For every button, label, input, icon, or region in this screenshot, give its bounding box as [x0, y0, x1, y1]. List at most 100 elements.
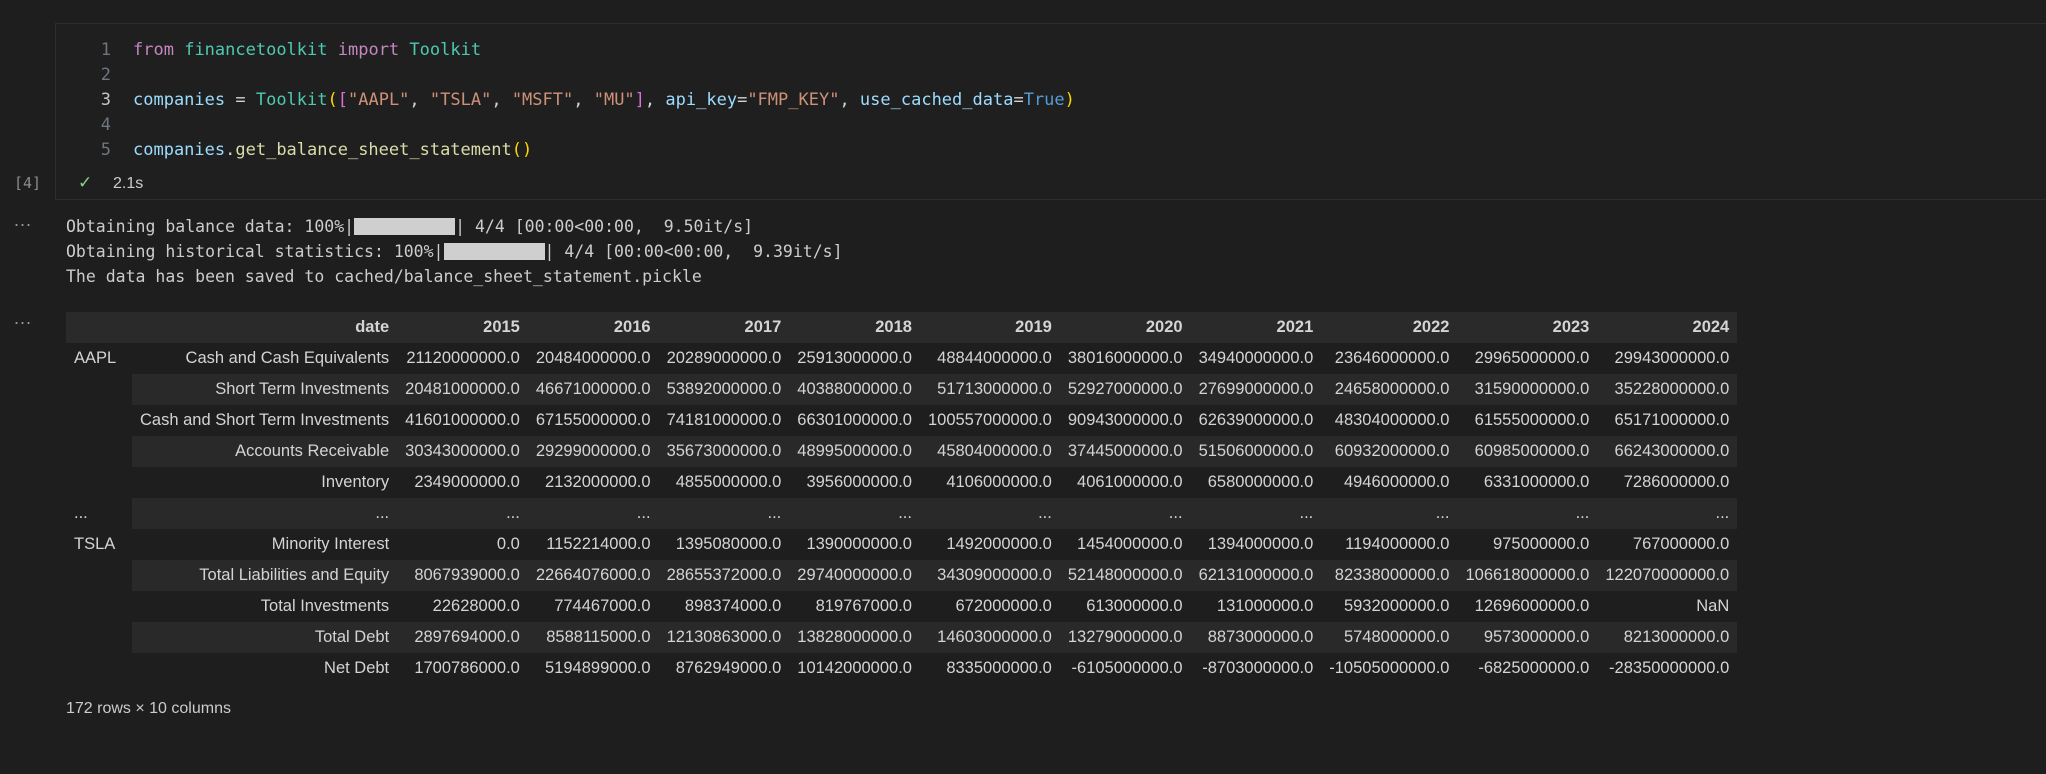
table-cell: 5932000000.0 [1343, 597, 1450, 615]
row-ticker [66, 591, 132, 622]
code-token: = [225, 90, 256, 110]
row-ticker [66, 467, 132, 498]
code-token: get_balance_sheet_statement [235, 140, 512, 160]
code-editor[interactable]: 1 from financetoolkit import Toolkit 2 3 com… [56, 38, 1156, 163]
table-cell: 21120000000.0 [406, 349, 520, 367]
table-cell: 35228000000.0 [1597, 374, 1738, 405]
row-ticker [66, 436, 132, 467]
table-cell: 65171000000.0 [1614, 411, 1730, 429]
table-cell: 767000000.0 [1632, 535, 1730, 553]
column-header: 2022 [1321, 312, 1458, 343]
row-ticker [66, 622, 132, 653]
code-token: "MU" [593, 90, 635, 110]
code-token: financetoolkit [184, 40, 328, 60]
table-cell: 0.0 [496, 535, 520, 553]
output-more-icon-2[interactable]: ... [14, 308, 32, 329]
line-number: 4 [100, 115, 111, 135]
table-cell: 6580000000.0 [1207, 473, 1314, 491]
table-cell: -10505000000.0 [1329, 659, 1450, 677]
stream-output: Obtaining balance data: 100%| | 4/4 [00:0… [66, 214, 843, 289]
table-cell: 4946000000.0 [1343, 473, 1450, 491]
output-more-icon[interactable]: ... [14, 210, 32, 231]
table-cell: 29299000000.0 [527, 436, 659, 467]
table-cell: 34309000000.0 [919, 560, 1060, 591]
table-cell: 1394000000.0 [1207, 535, 1314, 553]
table-cell: ... [789, 498, 920, 529]
line-number: 3 [100, 90, 111, 110]
table-row: Total Debt 2897694000.0 8588115000.0 121308… [66, 622, 1738, 653]
table-cell: 13279000000.0 [1059, 622, 1191, 653]
table-row: Total Investments 22628000.0 774467000.0 89… [66, 591, 1737, 622]
row-ticker [66, 653, 132, 684]
table-cell: -8703000000.0 [1202, 659, 1314, 677]
table-cell: 1492000000.0 [946, 535, 1052, 553]
table-cell: 38016000000.0 [1067, 349, 1183, 367]
execution-count: [4] [14, 174, 42, 192]
table-cell: 66301000000.0 [797, 411, 912, 429]
table-cell: 1390000000.0 [806, 535, 912, 553]
table-cell: 4106000000.0 [946, 473, 1052, 491]
table-cell: 100557000000.0 [927, 411, 1052, 429]
table-cell: 10142000000.0 [797, 659, 912, 677]
row-label: Cash and Cash Equivalents [185, 349, 390, 367]
table-cell: 5748000000.0 [1321, 622, 1458, 653]
code-token: . [225, 140, 236, 160]
code-token: "MSFT" [511, 90, 574, 110]
code-line[interactable]: 4 [56, 113, 1156, 138]
progress-line-balance: Obtaining balance data: 100%| | 4/4 [00:0… [66, 217, 754, 236]
code-token: = [1013, 90, 1024, 110]
code-line[interactable]: 3 companies = Toolkit(["AAPL", "TSLA", "M… [56, 88, 1156, 113]
table-cell: 62639000000.0 [1198, 411, 1314, 429]
table-row: TSLA Minority Interest 0.0 1152214000.0 1395… [66, 529, 1737, 560]
code-token: ] [634, 90, 645, 110]
table-row: AAPL Cash and Cash Equivalents 21120000000… [66, 343, 1737, 374]
table-cell: 22664076000.0 [527, 560, 659, 591]
code-token: True [1023, 90, 1065, 110]
table-cell: 8335000000.0 [946, 659, 1052, 677]
table-cell: 60932000000.0 [1321, 436, 1458, 467]
row-ticker [66, 405, 132, 436]
table-cell: 74181000000.0 [666, 411, 782, 429]
column-header: 2018 [789, 312, 920, 343]
code-text: from financetoolkit import Toolkit [133, 38, 481, 63]
code-cell[interactable]: 1 from financetoolkit import Toolkit 2 3 com… [55, 23, 2046, 200]
table-cell: 90943000000.0 [1067, 411, 1183, 429]
row-label: Total Debt [132, 622, 398, 653]
table-cell: 67155000000.0 [535, 411, 651, 429]
table-cell: 12130863000.0 [658, 622, 790, 653]
table-cell: 613000000.0 [1086, 597, 1183, 615]
table-row: Total Liabilities and Equity 8067939000.0… [66, 560, 1738, 591]
table-cell: 122070000000.0 [1597, 560, 1738, 591]
code-token: "FMP_KEY" [747, 90, 840, 110]
row-label: Inventory [321, 473, 390, 491]
code-token: , [573, 90, 594, 110]
code-token: () [511, 140, 533, 160]
table-cell: 28655372000.0 [658, 560, 790, 591]
row-label: Accounts Receivable [132, 436, 398, 467]
row-ticker: TSLA [74, 535, 116, 553]
table-cell: ... [1190, 498, 1322, 529]
table-cell: 61555000000.0 [1474, 411, 1590, 429]
table-cell: 4855000000.0 [675, 473, 782, 491]
table-cell: 13828000000.0 [789, 622, 920, 653]
table-cell: 29740000000.0 [789, 560, 920, 591]
table-cell: 37445000000.0 [1059, 436, 1191, 467]
table-cell: 975000000.0 [1493, 535, 1590, 553]
table-cell: 23646000000.0 [1334, 349, 1450, 367]
row-label: Net Debt [324, 659, 390, 677]
code-line[interactable]: 5 companies.get_balance_sheet_statement() [56, 138, 1156, 163]
code-token: ( [327, 90, 338, 110]
table-cell: 1395080000.0 [675, 535, 782, 553]
table-cell: 8588115000.0 [527, 622, 659, 653]
progress-bar-balance [354, 218, 456, 235]
table-cell: -28350000000.0 [1609, 659, 1730, 677]
code-token: import [337, 40, 400, 60]
table-cell: 60985000000.0 [1457, 436, 1598, 467]
table-cell: -6825000000.0 [1478, 659, 1590, 677]
code-line[interactable]: 2 [56, 63, 1156, 88]
table-cell: 8762949000.0 [675, 659, 782, 677]
code-line[interactable]: 1 from financetoolkit import Toolkit [56, 38, 1156, 63]
table-cell: 51506000000.0 [1190, 436, 1322, 467]
